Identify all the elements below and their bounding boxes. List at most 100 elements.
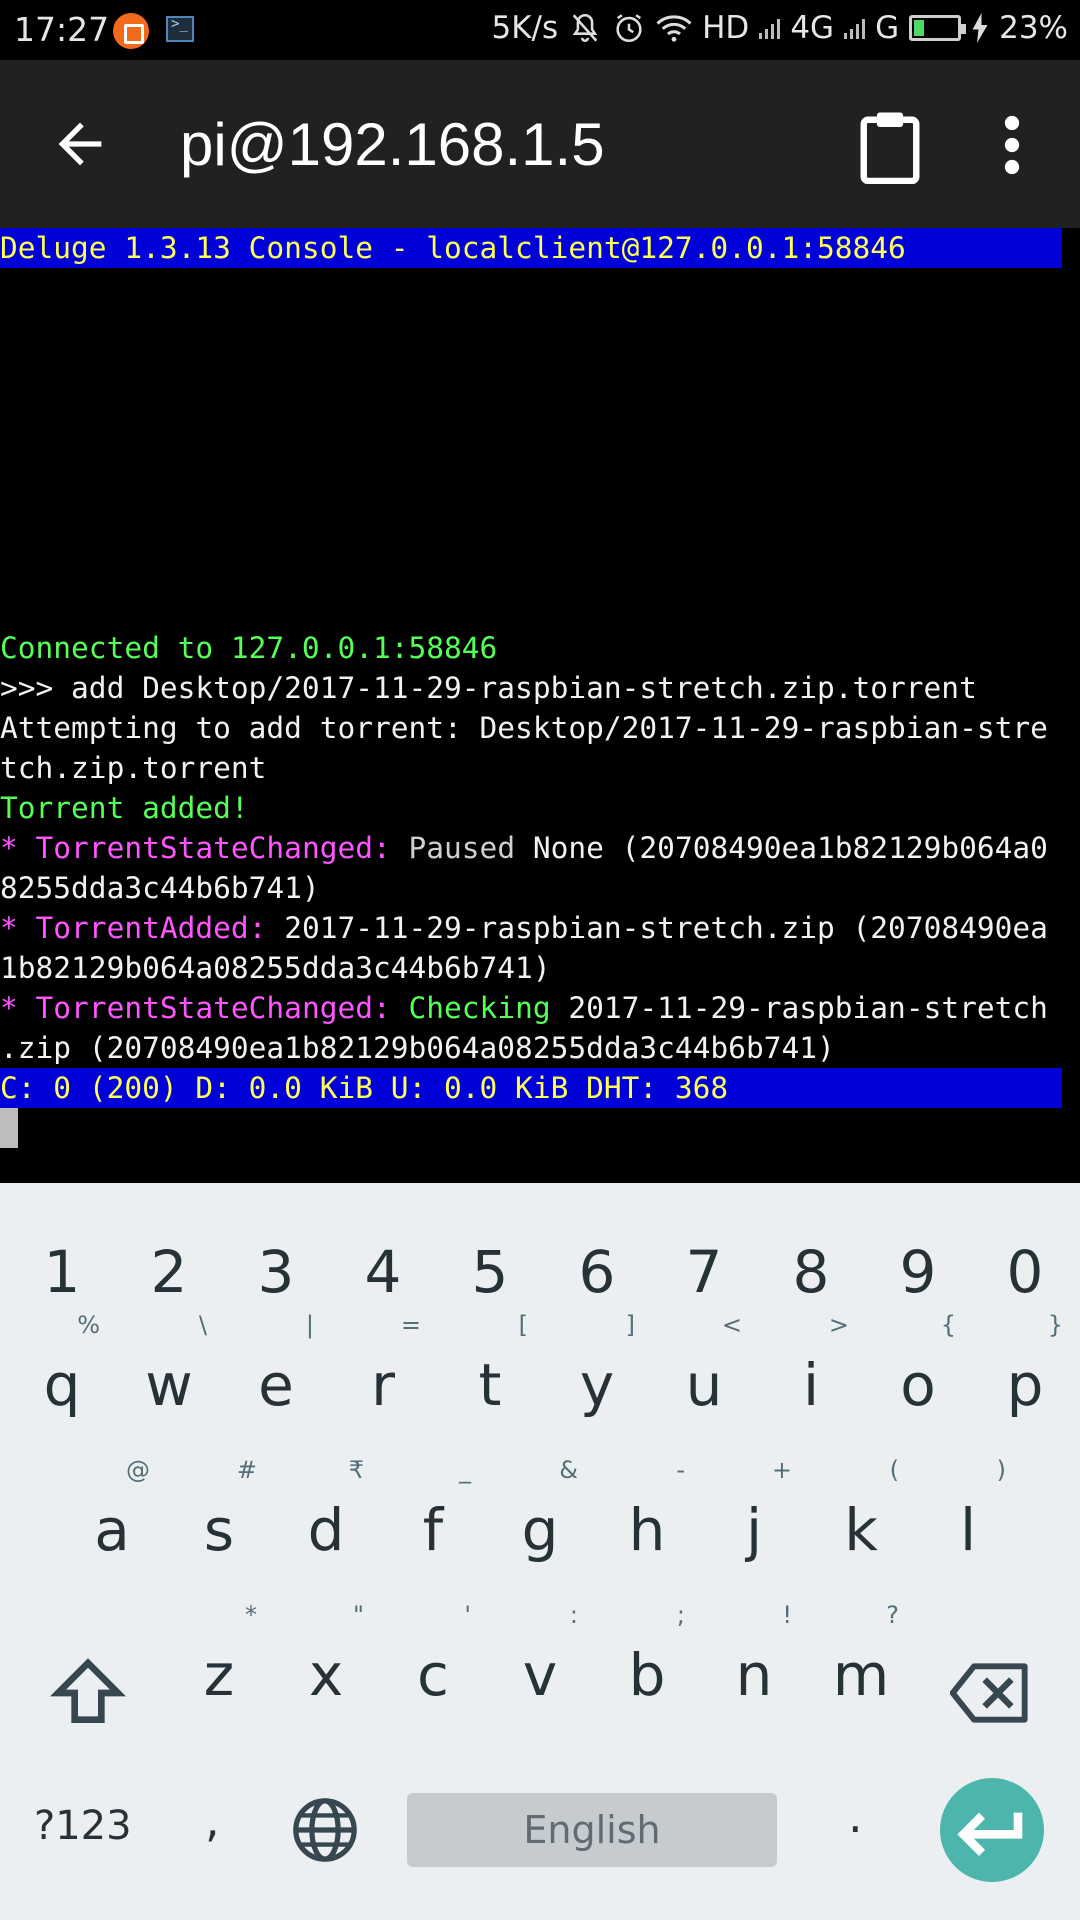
comma-key[interactable]: , xyxy=(205,1793,220,1847)
symbols-key[interactable]: ?123 xyxy=(34,1803,132,1849)
key-d[interactable]: d ₹ xyxy=(272,1436,380,1566)
event-name: TorrentStateChanged: xyxy=(35,831,409,865)
key-q[interactable]: q% xyxy=(8,1291,116,1421)
language-key[interactable] xyxy=(290,1795,360,1865)
key-label: x xyxy=(308,1641,344,1709)
key-e[interactable]: e | xyxy=(222,1291,330,1421)
torrent-added-line: Torrent added! xyxy=(0,791,249,825)
key-label: y xyxy=(579,1351,615,1419)
attempt-line-cont: tch.zip.torrent xyxy=(0,751,267,785)
shift-key[interactable] xyxy=(48,1653,128,1733)
clipboard-button[interactable] xyxy=(855,108,925,185)
key-h[interactable]: h- xyxy=(593,1436,701,1566)
key-hint: ) xyxy=(996,1456,1006,1484)
key-j[interactable]: j + xyxy=(700,1436,808,1566)
event-line-cont: 1b82129b064a08255dda3c44b6b741) xyxy=(0,951,551,985)
backspace-key[interactable] xyxy=(949,1661,1030,1725)
key-b[interactable]: b; xyxy=(593,1581,701,1711)
key-label: s xyxy=(203,1496,235,1564)
more-vert-icon xyxy=(1004,115,1020,175)
event-state: Checking xyxy=(408,991,551,1025)
key-o[interactable]: o{ xyxy=(864,1291,972,1421)
command-line: >>> add Desktop/2017-11-29-raspbian-stre… xyxy=(0,671,977,705)
key-s[interactable]: s # xyxy=(165,1436,273,1566)
key-hint: > xyxy=(828,1311,849,1339)
key-p[interactable]: p} xyxy=(971,1291,1079,1421)
key-y[interactable]: y] xyxy=(543,1291,651,1421)
key-c[interactable]: c ' xyxy=(379,1581,487,1711)
enter-key[interactable] xyxy=(940,1778,1044,1882)
key-hint: + xyxy=(771,1456,792,1484)
key-i[interactable]: i > xyxy=(757,1291,865,1421)
key-hint: [ xyxy=(518,1311,528,1339)
event-detail: 2017-11-29-raspbian-stretch.zip (2070849… xyxy=(284,911,1048,945)
battery-percent: 23% xyxy=(999,10,1068,46)
key-v[interactable]: v: xyxy=(486,1581,594,1711)
key-label: b xyxy=(628,1641,666,1709)
key-hint: _ xyxy=(459,1456,471,1484)
event-line-cont: 8255dda3c44b6b741) xyxy=(0,871,320,905)
key-m[interactable]: m? xyxy=(807,1581,915,1711)
key-hint: | xyxy=(305,1311,314,1339)
key-g[interactable]: g & xyxy=(486,1436,594,1566)
app-notification-icon xyxy=(113,13,149,49)
key-label: z xyxy=(203,1641,235,1709)
battery-fill xyxy=(914,20,925,36)
event-detail: None (20708490ea1b82129b064a0 xyxy=(515,831,1048,865)
key-hint: " xyxy=(352,1601,364,1629)
key-label: t xyxy=(478,1351,502,1419)
connected-line: Connected to 127.0.0.1:58846 xyxy=(0,631,498,665)
page-title: pi@192.168.1.5 xyxy=(180,111,605,178)
event-line-cont: .zip (20708490ea1b82129b064a08255dda3c44… xyxy=(0,1031,835,1065)
key-x[interactable]: x " xyxy=(272,1581,380,1711)
key-label: i xyxy=(802,1351,820,1419)
deluge-status-line: C: 0 (200) D: 0.0 KiB U: 0.0 KiB DHT: 36… xyxy=(0,1068,1062,1108)
network-speed: 5K/s xyxy=(491,10,559,46)
key-label: j xyxy=(745,1496,763,1564)
event-name: TorrentStateChanged: xyxy=(35,991,409,1025)
event-state: Paused xyxy=(408,831,516,865)
key-n[interactable]: n! xyxy=(700,1581,808,1711)
key-label: m xyxy=(832,1641,890,1709)
key-label: o xyxy=(900,1351,936,1419)
key-u[interactable]: u < xyxy=(650,1291,758,1421)
attempt-line: Attempting to add torrent: Desktop/2017-… xyxy=(0,711,1048,745)
shift-icon xyxy=(49,1658,127,1723)
key-label: k xyxy=(844,1496,878,1564)
key-k[interactable]: k( xyxy=(807,1436,915,1566)
key-label: w xyxy=(145,1351,193,1419)
status-bar: 17:27 5K/s HD 4G G 23% xyxy=(0,0,1080,60)
key-hint: % xyxy=(77,1311,100,1339)
back-button[interactable] xyxy=(48,112,112,176)
key-w[interactable]: w \ xyxy=(115,1291,223,1421)
mute-icon xyxy=(572,13,598,42)
soft-keyboard: 1234567890 q% w \ e | r = t[y] u < i > o{p} a @ s # d ₹ f _… xyxy=(0,1183,1080,1920)
event-line: * TorrentStateChanged: Checking 2017-11-… xyxy=(0,988,1048,1028)
key-label: e xyxy=(258,1351,294,1419)
terminal-cursor[interactable] xyxy=(0,1108,18,1148)
key-hint: @ xyxy=(126,1456,150,1484)
key-label: d xyxy=(307,1496,345,1564)
more-options-button[interactable] xyxy=(992,112,1032,178)
key-z[interactable]: z * xyxy=(165,1581,273,1711)
key-hint: # xyxy=(236,1456,257,1484)
key-f[interactable]: f _ xyxy=(379,1436,487,1566)
key-label: n xyxy=(735,1641,773,1709)
key-hint: = xyxy=(400,1311,421,1339)
space-bar[interactable]: English xyxy=(407,1793,777,1867)
key-label: l xyxy=(959,1496,977,1564)
key-l[interactable]: l) xyxy=(914,1436,1022,1566)
key-t[interactable]: t[ xyxy=(436,1291,544,1421)
period-key[interactable]: . xyxy=(848,1789,863,1843)
key-r[interactable]: r = xyxy=(329,1291,437,1421)
app-bar: pi@192.168.1.5 xyxy=(0,60,1080,228)
clipboard-icon xyxy=(860,112,920,185)
key-label: r xyxy=(371,1351,395,1419)
terminal-output[interactable]: Deluge 1.3.13 Console - localclient@127.… xyxy=(0,228,1080,1183)
key-label: p xyxy=(1006,1351,1044,1419)
battery-icon xyxy=(909,15,967,41)
backspace-icon xyxy=(949,1663,1028,1723)
status-indicators: 5K/s HD 4G G 23% xyxy=(491,10,1068,46)
key-a[interactable]: a @ xyxy=(58,1436,166,1566)
key-hint: : xyxy=(569,1601,578,1629)
